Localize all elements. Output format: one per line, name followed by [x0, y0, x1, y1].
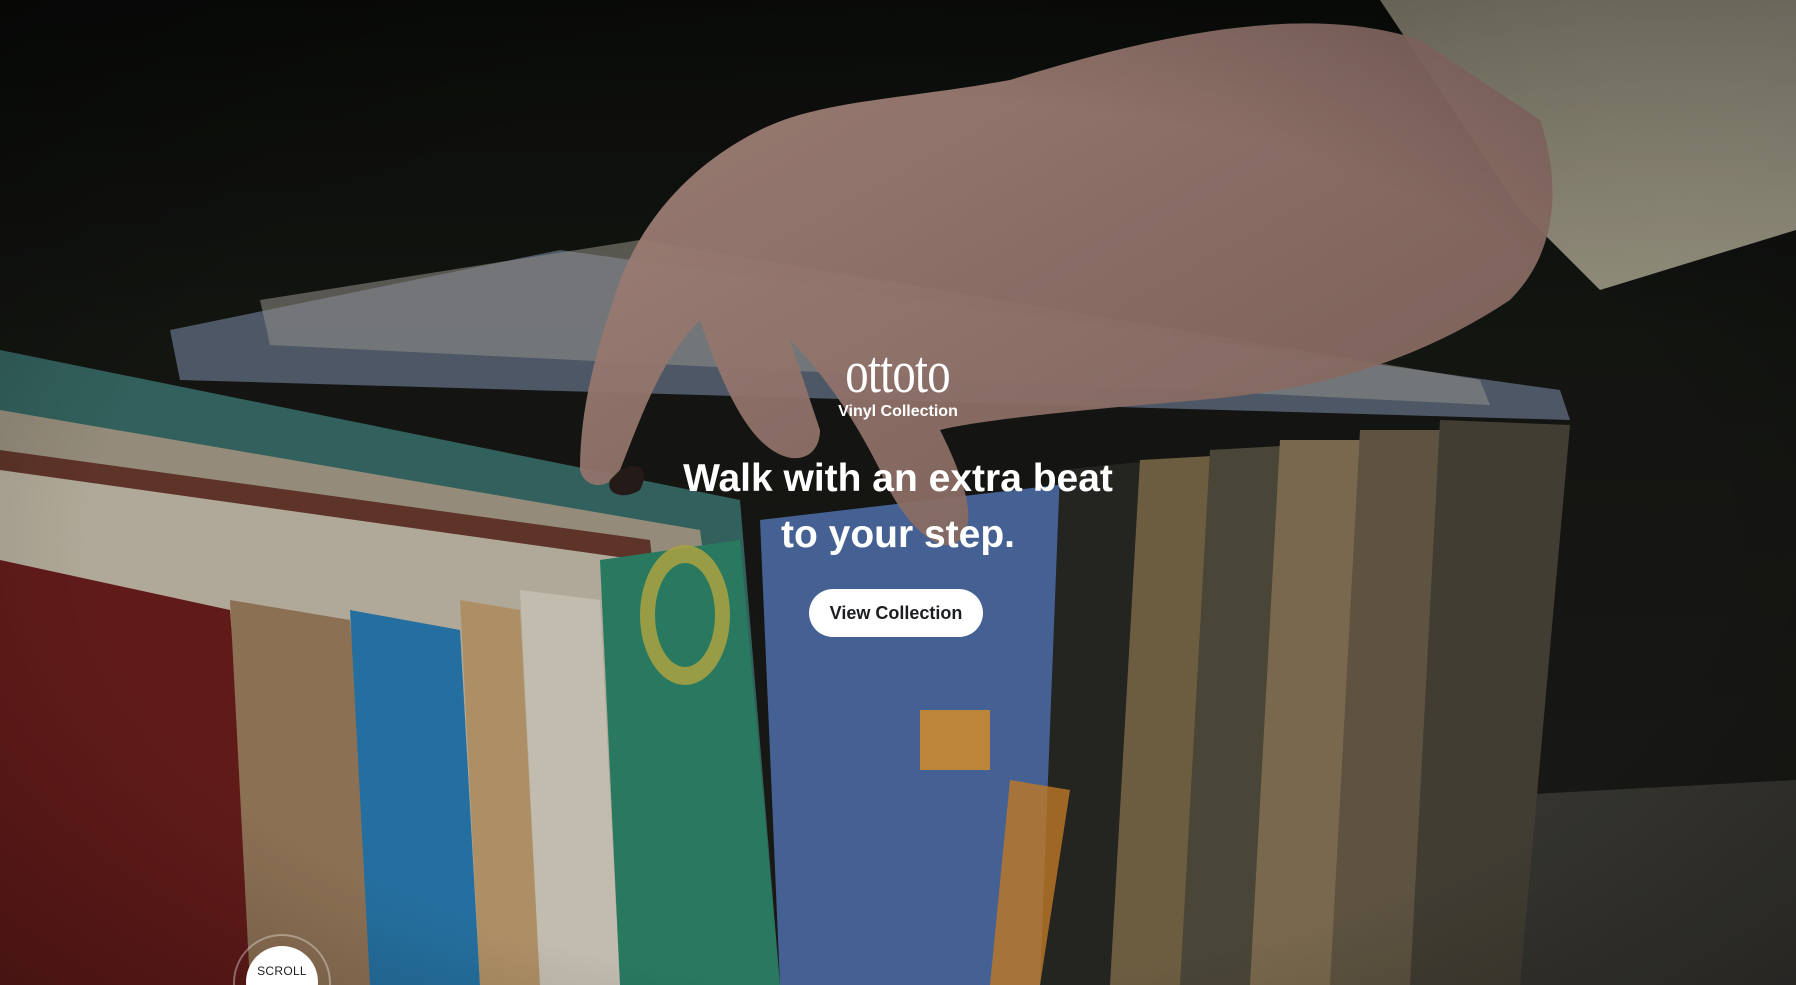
view-collection-button[interactable]: View Collection [809, 589, 983, 637]
brand-logo[interactable]: ottoto [197, 342, 1598, 402]
hero-content: ottoto Vinyl Collection Walk with an ext… [0, 0, 1796, 985]
hero-headline: Walk with an extra beat to your step. [0, 451, 1796, 563]
headline-line-1: Walk with an extra beat [683, 457, 1113, 500]
scroll-label: SCROLL [257, 964, 307, 978]
headline-line-2: to your step. [780, 513, 1016, 556]
hero-section: ottoto Vinyl Collection Walk with an ext… [0, 0, 1796, 985]
brand-subtitle: Vinyl Collection [838, 403, 958, 420]
